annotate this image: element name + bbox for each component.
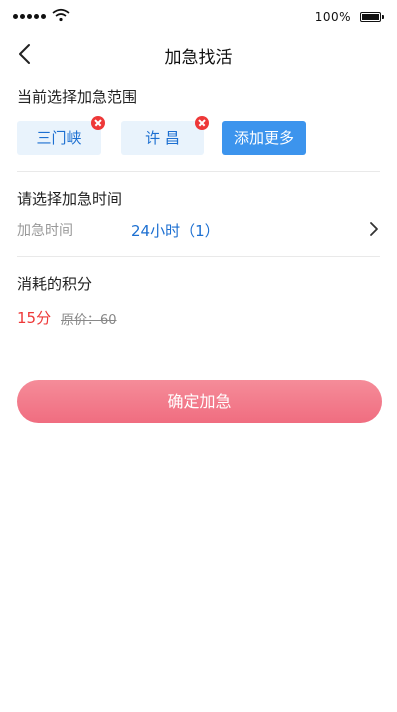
region-chip-label: 三门峡 xyxy=(36,129,82,147)
confirm-urgent-button[interactable]: 确定加急 xyxy=(17,380,382,423)
time-section-title: 请选择加急时间 xyxy=(17,190,123,208)
region-chip-xuchang[interactable]: 许 昌 xyxy=(121,121,204,155)
original-price: 原价：60 xyxy=(61,313,117,328)
remove-region-icon[interactable] xyxy=(195,116,209,130)
points-section-title: 消耗的积分 xyxy=(17,275,93,293)
wifi-icon xyxy=(52,8,70,22)
navigation-bar: 加急找活 xyxy=(0,34,397,74)
time-label: 加急时间 xyxy=(17,223,73,239)
region-chip-label: 许 昌 xyxy=(145,129,180,147)
remove-region-icon[interactable] xyxy=(91,116,105,130)
status-bar: 100% xyxy=(0,0,397,34)
divider xyxy=(17,171,380,172)
time-select[interactable]: 24小时（1） xyxy=(131,220,220,241)
page-title: 加急找活 xyxy=(164,48,233,68)
chevron-right-icon[interactable] xyxy=(367,220,381,238)
points-value: 15分 xyxy=(17,309,52,327)
add-more-button[interactable]: 添加更多 xyxy=(222,121,306,155)
signal-dots-icon xyxy=(13,14,46,19)
battery-percentage: 100% xyxy=(314,10,351,24)
region-chip-sanmenxia[interactable]: 三门峡 xyxy=(17,121,101,155)
range-section-title: 当前选择加急范围 xyxy=(17,88,138,106)
divider xyxy=(17,256,380,257)
battery-icon xyxy=(360,12,384,22)
